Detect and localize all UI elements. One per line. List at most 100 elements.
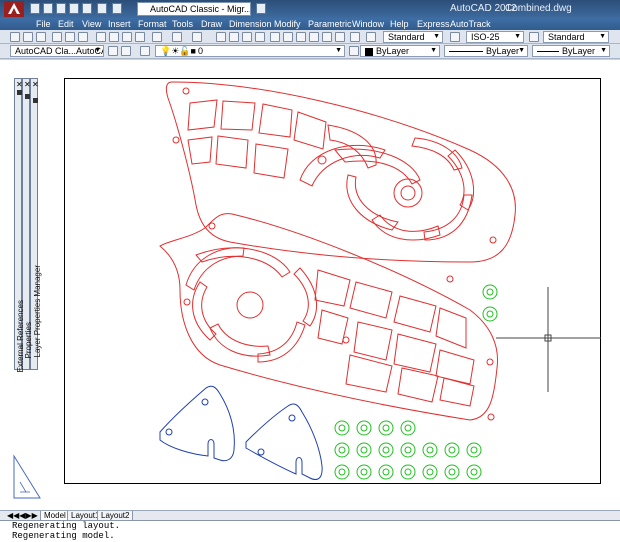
table-style-value: Standard [548,32,585,42]
chevron-down-icon: ▼ [514,33,521,40]
dropdown-arrow-icon[interactable] [256,3,266,14]
qnew-icon[interactable] [10,32,20,42]
redo-toolbar-icon[interactable] [192,32,202,42]
chevron-down-icon: ▼ [599,33,606,40]
menu-insert[interactable]: Insert [108,18,131,30]
menu-dimension[interactable]: Dimension [229,18,272,30]
block-editor-icon[interactable] [152,32,162,42]
save-icon[interactable] [56,3,66,14]
workspace-save-icon[interactable] [121,46,131,56]
text-style-value: Standard [388,32,425,42]
save-as-icon[interactable] [69,3,79,14]
markup-icon[interactable] [322,32,332,42]
command-line[interactable]: Regenerating layout. Regenerating model. [0,520,620,542]
color-swatch [365,47,373,56]
standard-toolbar: Standard ▼ ISO-25 ▼ Standard ▼ [0,30,620,44]
quickcalc-icon[interactable] [335,32,345,42]
blue-part-right [245,403,323,480]
menu-modify[interactable]: Modify [274,18,301,30]
table-style-select[interactable]: Standard ▼ [543,31,609,43]
paste-icon[interactable] [122,32,132,42]
color-select[interactable]: ByLayer ▼ [360,45,440,57]
open-icon[interactable] [23,32,33,42]
linetype-value: ByLayer [486,46,520,56]
menu-express[interactable]: Express [417,18,450,30]
blue-part-left [159,385,235,462]
copy-icon[interactable] [109,32,119,42]
green-washers [334,284,498,480]
menu-draw[interactable]: Draw [201,18,222,30]
layer-name-value: 0 [198,46,204,56]
dim-style-select[interactable]: ISO-25 ▼ [466,31,524,43]
color-value: ByLayer [376,46,410,56]
text-style-select[interactable]: Standard ▼ [383,31,443,43]
red-part-lower [159,213,499,421]
layers-toolbar: AutoCAD Cla...AutoCAD 201▼ 💡☀🔓■0▼ ByLaye… [0,44,620,59]
make-current-icon[interactable] [349,46,359,56]
tool-palettes-icon[interactable] [296,32,306,42]
workspace-select[interactable]: AutoCAD Classic - Migr... [137,2,251,16]
layer-properties-icon[interactable] [140,46,150,56]
zoom-window-icon[interactable] [242,32,252,42]
table-style-icon[interactable] [529,32,539,42]
menu-format[interactable]: Format [138,18,167,30]
linetype-sample [449,51,483,53]
new-file-icon[interactable] [30,3,40,14]
publish-icon[interactable] [78,32,88,42]
chevron-down-icon: ▼ [518,47,525,54]
layout-tabs-bar: ◀◀◀▶▶ Model Layout1 Layout2 [0,510,620,521]
lineweight-value: ByLayer [562,46,596,56]
plot-icon[interactable] [82,3,92,14]
menu-parametric[interactable]: Parametric [308,18,352,30]
cut-icon[interactable] [96,32,106,42]
sheet-set-icon[interactable] [309,32,319,42]
print-icon[interactable] [52,32,62,42]
document-title: Combined.dwg [505,3,572,14]
menu-help[interactable]: Help [390,18,409,30]
workspace-combo-value: AutoCAD Cla...AutoCAD 201 [15,46,103,56]
menu-file[interactable]: File [36,18,51,30]
match-properties-icon[interactable] [135,32,145,42]
properties-icon[interactable] [270,32,280,42]
chevron-down-icon: ▼ [94,47,101,54]
undo-icon[interactable] [97,3,107,14]
redo-icon[interactable] [112,3,122,14]
red-part-upper [165,81,516,283]
lineweight-select[interactable]: ByLayer ▼ [532,45,610,57]
lineweight-sample [537,51,559,53]
menu-edit[interactable]: Edit [58,18,74,30]
open-file-icon[interactable] [43,3,53,14]
chevron-down-icon: ▼ [600,47,607,54]
pan-icon[interactable] [216,32,226,42]
dim-style-value: ISO-25 [471,32,500,42]
text-style-icon[interactable] [366,32,376,42]
workspace-settings-icon[interactable] [108,46,118,56]
save-toolbar-icon[interactable] [36,32,46,42]
zoom-previous-icon[interactable] [255,32,265,42]
workspace-select-value: AutoCAD Classic - Migr... [150,4,251,14]
help-icon[interactable] [350,32,360,42]
chevron-down-icon: ▼ [430,47,437,54]
menu-view[interactable]: View [82,18,101,30]
preview-icon[interactable] [65,32,75,42]
command-history-line: Regenerating layout. [12,521,121,531]
zoom-realtime-icon[interactable] [229,32,239,42]
menu-window[interactable]: Window [352,18,384,30]
autocad-logo-icon[interactable] [4,1,24,17]
menu-tools[interactable]: Tools [172,18,193,30]
dim-style-icon[interactable] [450,32,460,42]
menu-bar: File Edit View Insert Format Tools Draw … [0,18,620,30]
drawing-canvas[interactable] [0,60,620,512]
command-history-line: Regenerating model. [12,531,115,541]
linetype-select[interactable]: ByLayer ▼ [444,45,528,57]
menu-autotrack[interactable]: AutoTrack [450,18,491,30]
design-center-icon[interactable] [283,32,293,42]
workspace-combo[interactable]: AutoCAD Cla...AutoCAD 201▼ [10,45,104,57]
undo-toolbar-icon[interactable] [172,32,182,42]
chevron-down-icon: ▼ [433,33,440,40]
crosshair-cursor [496,287,601,392]
title-bar: AutoCAD Classic - Migr... AutoCAD 2012 C… [0,0,620,18]
layer-state-icons: 💡☀🔓■ [160,46,196,56]
layer-select[interactable]: 💡☀🔓■ 0 ▼ [155,45,345,57]
chevron-down-icon: ▼ [335,47,342,54]
